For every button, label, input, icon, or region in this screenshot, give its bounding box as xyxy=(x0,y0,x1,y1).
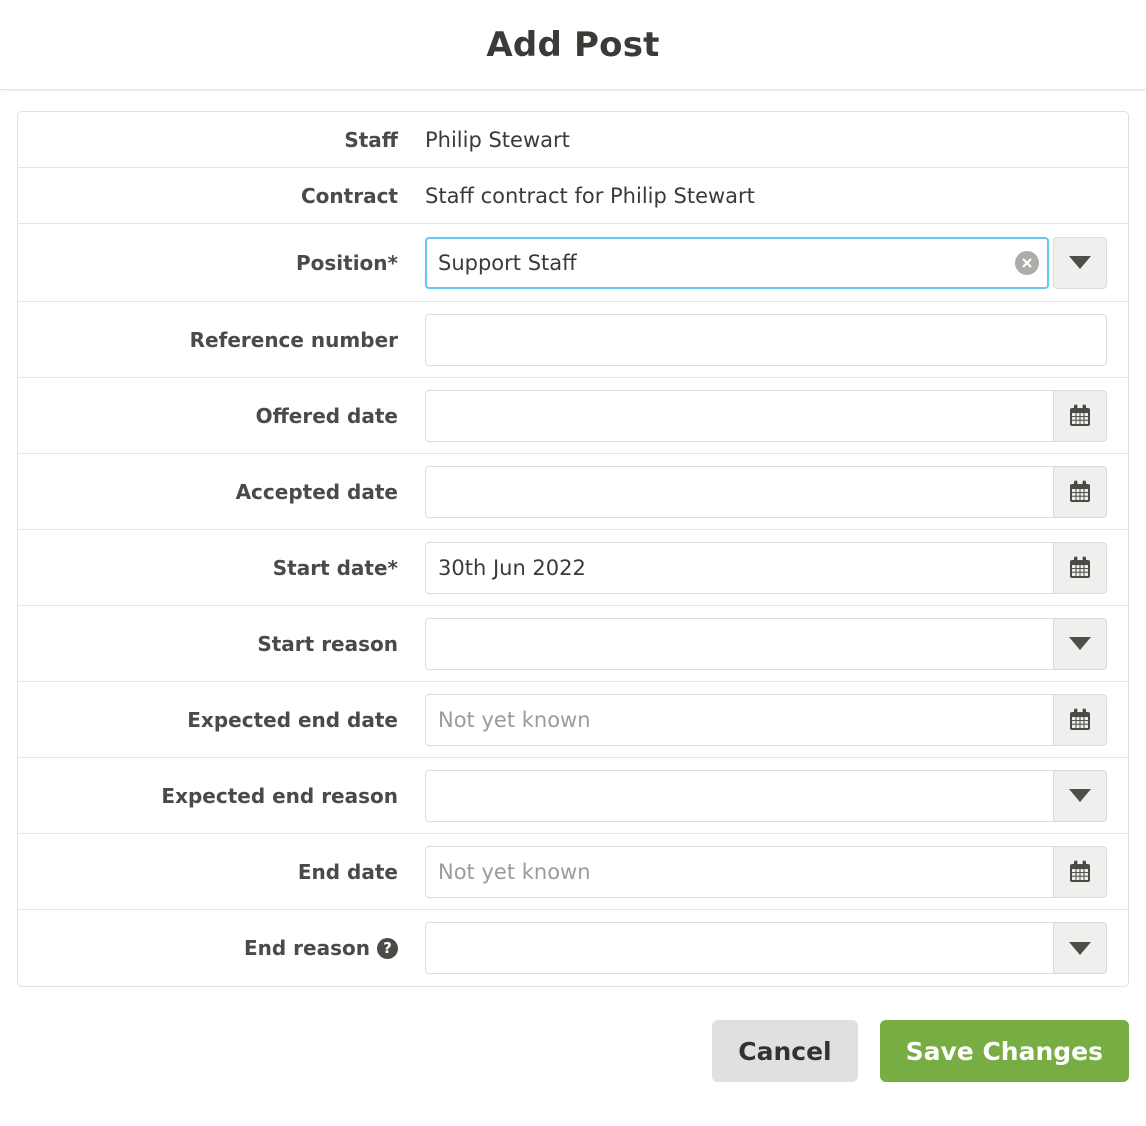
table-row-end-reason: End reason ? xyxy=(18,910,1128,986)
calendar-icon[interactable] xyxy=(1053,465,1107,518)
label-end-reason-text: End reason xyxy=(244,936,370,960)
label-expected-end-reason: Expected end reason xyxy=(18,784,414,808)
caret-shape xyxy=(1069,637,1091,650)
value-contract: Staff contract for Philip Stewart xyxy=(425,183,755,208)
accepted-date-input[interactable] xyxy=(425,465,1053,518)
input-group-expected-end-reason xyxy=(425,769,1107,822)
cancel-button[interactable]: Cancel xyxy=(712,1020,858,1082)
label-start-date-text: Start date* xyxy=(272,555,398,580)
input-group-offered-date xyxy=(425,389,1107,442)
caret-shape xyxy=(1069,256,1091,269)
end-date-input[interactable] xyxy=(425,845,1053,898)
label-staff: Staff xyxy=(344,127,398,152)
label-accepted-date-text: Accepted date xyxy=(235,479,398,504)
table-row-position: Position* xyxy=(18,224,1128,302)
label-expected-end-date-text: Expected end date xyxy=(187,707,398,732)
calendar-icon[interactable] xyxy=(1053,693,1107,746)
table-row-start-reason: Start reason xyxy=(18,606,1128,682)
table-row-start-date: Start date* xyxy=(18,530,1128,606)
help-icon[interactable]: ? xyxy=(377,937,398,959)
label-accepted-date: Accepted date xyxy=(18,480,414,504)
expected-end-date-input[interactable] xyxy=(425,693,1053,746)
label-contract: Contract xyxy=(301,183,398,208)
calendar-icon[interactable] xyxy=(1053,389,1107,442)
post-form-table: Staff Philip Stewart Contract Staff cont… xyxy=(17,111,1129,987)
control-offered-date xyxy=(414,389,1128,442)
table-row-staff: Staff Philip Stewart xyxy=(18,112,1128,168)
reference-number-input[interactable] xyxy=(425,313,1107,366)
table-row-expected-end-date: Expected end date xyxy=(18,682,1128,758)
calendar-icon[interactable] xyxy=(1053,845,1107,898)
chevron-down-icon[interactable] xyxy=(1053,236,1107,289)
page-title: Add Post xyxy=(486,24,660,65)
input-group-start-date xyxy=(425,541,1107,594)
control-position xyxy=(414,236,1128,289)
label-end-date: End date xyxy=(18,860,414,884)
label-end-reason: End reason ? xyxy=(18,936,414,960)
label-expected-end-reason-text: Expected end reason xyxy=(161,783,398,808)
input-group-expected-end-date xyxy=(425,693,1107,746)
label-end-date-text: End date xyxy=(297,859,398,884)
offered-date-input[interactable] xyxy=(425,389,1053,442)
save-changes-button[interactable]: Save Changes xyxy=(879,1020,1129,1082)
expected-end-reason-input[interactable] xyxy=(425,769,1053,822)
input-group-start-reason xyxy=(425,617,1107,670)
control-end-date xyxy=(414,845,1128,898)
start-reason-input[interactable] xyxy=(425,617,1053,670)
label-expected-end-date: Expected end date xyxy=(18,708,414,732)
control-accepted-date xyxy=(414,465,1128,518)
clear-icon[interactable] xyxy=(1015,250,1039,275)
dialog-footer: Cancel Save Changes xyxy=(0,1020,1146,1082)
table-row-contract: Contract Staff contract for Philip Stewa… xyxy=(18,168,1128,224)
input-group-reference-number xyxy=(425,313,1107,366)
label-reference-number: Reference number xyxy=(18,328,414,352)
control-start-reason xyxy=(414,617,1128,670)
label-offered-date-text: Offered date xyxy=(255,403,398,428)
start-date-input[interactable] xyxy=(425,541,1053,594)
control-reference-number xyxy=(414,313,1128,366)
label-start-reason-text: Start reason xyxy=(257,631,398,656)
table-row-end-date: End date xyxy=(18,834,1128,910)
control-expected-end-reason xyxy=(414,769,1128,822)
table-row-offered-date: Offered date xyxy=(18,378,1128,454)
caret-shape xyxy=(1069,789,1091,802)
table-row-reference-number: Reference number xyxy=(18,302,1128,378)
input-group-position xyxy=(425,236,1107,289)
table-row-expected-end-reason: Expected end reason xyxy=(18,758,1128,834)
input-group-end-reason xyxy=(425,922,1107,974)
control-start-date xyxy=(414,541,1128,594)
label-reference-number-text: Reference number xyxy=(189,327,398,352)
label-start-reason: Start reason xyxy=(18,632,414,656)
calendar-icon[interactable] xyxy=(1053,541,1107,594)
dialog-header: Add Post xyxy=(0,0,1146,90)
label-position-text: Position* xyxy=(295,250,398,275)
table-row-accepted-date: Accepted date xyxy=(18,454,1128,530)
input-group-end-date xyxy=(425,845,1107,898)
end-reason-input[interactable] xyxy=(425,922,1053,974)
dialog-body: Staff Philip Stewart Contract Staff cont… xyxy=(0,90,1146,987)
chevron-down-icon[interactable] xyxy=(1053,769,1107,822)
caret-shape xyxy=(1069,941,1091,955)
input-group-accepted-date xyxy=(425,465,1107,518)
control-expected-end-date xyxy=(414,693,1128,746)
label-offered-date: Offered date xyxy=(18,404,414,428)
position-input[interactable] xyxy=(425,236,1049,289)
value-staff: Philip Stewart xyxy=(425,127,570,152)
label-start-date: Start date* xyxy=(18,556,414,580)
chevron-down-icon[interactable] xyxy=(1053,922,1107,974)
label-position: Position* xyxy=(18,251,414,275)
chevron-down-icon[interactable] xyxy=(1053,617,1107,670)
position-input-wrap xyxy=(425,236,1049,289)
control-end-reason xyxy=(414,922,1128,974)
